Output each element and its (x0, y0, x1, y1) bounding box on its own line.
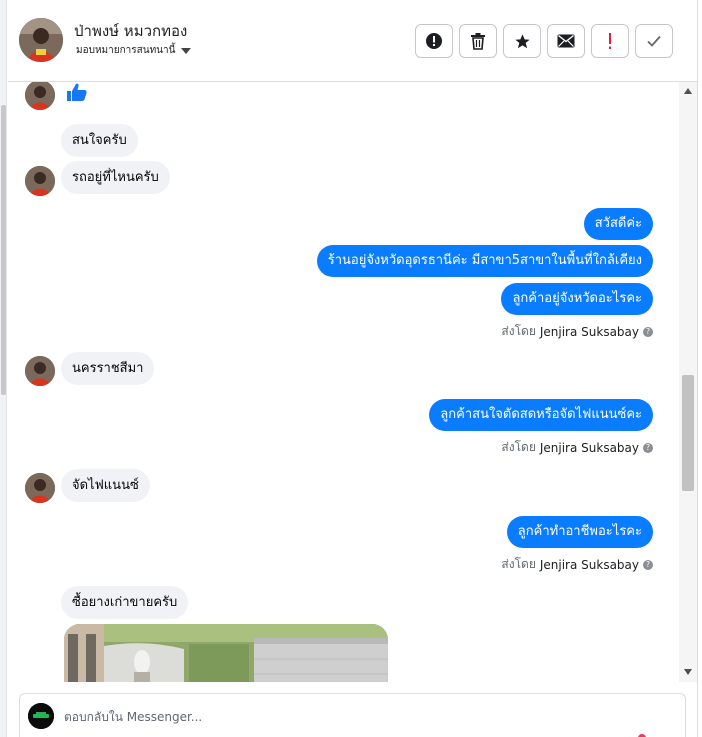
sent-by-label: ส่งโดย Jenjira Suksabay ? (501, 322, 653, 341)
follow-up-button[interactable] (591, 24, 629, 58)
conversation-header: ป่าพงษ์ หมวกทอง มอบหมายการสนทนานี้ (8, 0, 697, 82)
delete-button[interactable] (459, 24, 497, 58)
chevron-down-icon (181, 47, 192, 54)
sent-by-label: ส่งโดย Jenjira Suksabay ? (501, 555, 653, 574)
thread-scrollbar[interactable] (679, 82, 697, 682)
left-scroll-thumb[interactable] (1, 105, 6, 395)
thumbs-up-icon (67, 83, 87, 101)
incoming-message-bubble: นครราชสีมา (61, 352, 155, 385)
incoming-message-bubble: สนใจครับ (61, 124, 138, 157)
outgoing-message-bubble: ร้านอยู่จังหวัดอุดรธานีค่ะ มีสาขา5สาขาใน… (316, 245, 653, 277)
checkmark-icon (647, 35, 661, 47)
incoming-image-attachment[interactable] (64, 624, 388, 682)
reply-input[interactable] (64, 708, 624, 726)
info-icon[interactable]: ? (643, 442, 653, 453)
sent-by-prefix: ส่งโดย (501, 440, 536, 454)
attachment-photo (64, 624, 388, 682)
exclamation-circle-icon (426, 33, 442, 49)
scroll-down-arrow-icon[interactable] (684, 669, 692, 675)
exclamation-icon (609, 33, 611, 49)
info-icon[interactable]: ? (643, 559, 653, 570)
incoming-message-bubble: จัดไฟแนนซ์ (61, 469, 150, 502)
reply-composer (19, 693, 686, 737)
page-avatar (28, 703, 54, 729)
conversation-toolbar (415, 24, 673, 58)
sent-by-agent[interactable]: Jenjira Suksabay (540, 558, 639, 572)
sent-by-agent[interactable]: Jenjira Suksabay (540, 325, 639, 339)
scroll-up-arrow-icon[interactable] (684, 88, 692, 94)
mark-done-button[interactable] (635, 24, 673, 58)
contact-name[interactable]: ป่าพงษ์ หมวกทอง (74, 19, 187, 43)
message-thread: สนใจครับ รถอยู่ที่ไหนครับ สวัสดีค่ะ ร้าน… (8, 82, 679, 682)
customer-avatar (25, 473, 55, 503)
outgoing-message-bubble: ลูกค้าสนใจตัดสดหรือจัดไฟแนนซ์คะ (429, 399, 653, 431)
sent-by-prefix: ส่งโดย (501, 324, 536, 338)
customer-avatar (25, 166, 55, 196)
outgoing-message-bubble: สวัสดีค่ะ (583, 208, 653, 240)
avatar-photo (19, 18, 63, 62)
star-button[interactable] (503, 24, 541, 58)
report-spam-button[interactable] (415, 24, 453, 58)
sent-by-label: ส่งโดย Jenjira Suksabay ? (501, 438, 653, 457)
incoming-message-bubble: รถอยู่ที่ไหนครับ (61, 161, 170, 194)
assign-label: มอบหมายการสนทนานี้ (76, 45, 176, 56)
left-edge-panel (0, 0, 7, 737)
incoming-message-bubble: ซื้อยางเก่าขายครับ (61, 586, 189, 619)
customer-avatar (25, 82, 55, 110)
sent-by-agent[interactable]: Jenjira Suksabay (540, 441, 639, 455)
star-icon (514, 33, 530, 48)
envelope-icon (557, 34, 575, 48)
assign-conversation-dropdown[interactable]: มอบหมายการสนทนานี้ (76, 43, 192, 58)
outgoing-message-bubble: ลูกค้าอยู่จังหวัดอะไรคะ (501, 283, 653, 315)
mark-unread-button[interactable] (547, 24, 585, 58)
trash-icon (471, 33, 485, 50)
info-icon[interactable]: ? (643, 326, 653, 337)
outgoing-message-bubble: ลูกค้าทำอาชีพอะไรคะ (506, 516, 653, 548)
scrollbar-thumb[interactable] (682, 375, 694, 491)
right-edge-divider (697, 0, 698, 737)
sent-by-prefix: ส่งโดย (501, 557, 536, 571)
customer-avatar (25, 356, 55, 386)
contact-avatar[interactable] (19, 18, 63, 62)
